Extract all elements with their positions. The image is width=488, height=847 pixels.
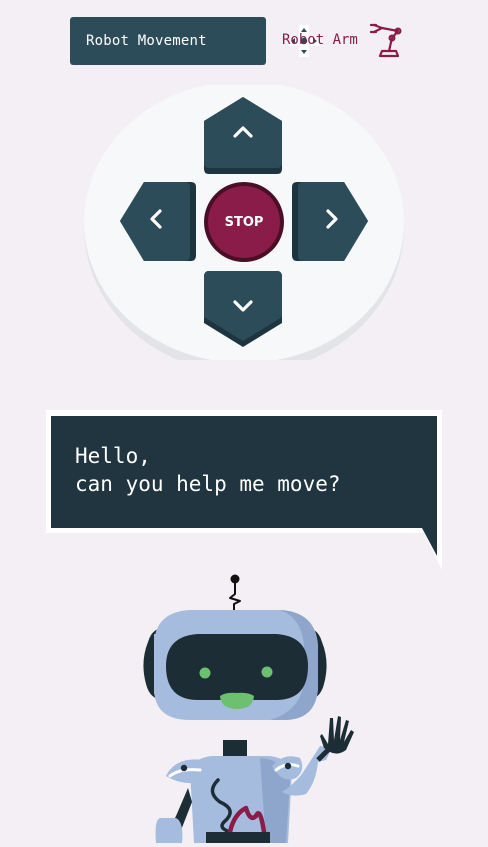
robot-antenna: [229, 574, 241, 610]
speech-text: Hello, can you help me move?: [75, 442, 341, 498]
tab-robot-movement-label: Robot Movement: [86, 33, 207, 49]
robot-mascot: [120, 570, 370, 843]
speech-line-1: Hello,: [75, 444, 151, 468]
tab-robot-arm-label: Robot Arm: [282, 32, 358, 48]
waving-hand: [320, 716, 354, 754]
robot-torso: [190, 740, 292, 843]
robot-arm-icon: [368, 22, 404, 62]
speech-bubble: Hello, can you help me move?: [46, 410, 446, 578]
robot-head: [143, 610, 327, 720]
stop-button[interactable]: [204, 182, 284, 262]
movement-pad: STOP: [84, 81, 405, 364]
tab-robot-arm[interactable]: Robot Arm: [282, 22, 412, 58]
speech-line-2: can you help me move?: [75, 472, 341, 496]
tab-robot-movement[interactable]: Robot Movement: [70, 17, 320, 65]
mode-tabs: Robot Movement Robot Arm: [0, 0, 488, 80]
